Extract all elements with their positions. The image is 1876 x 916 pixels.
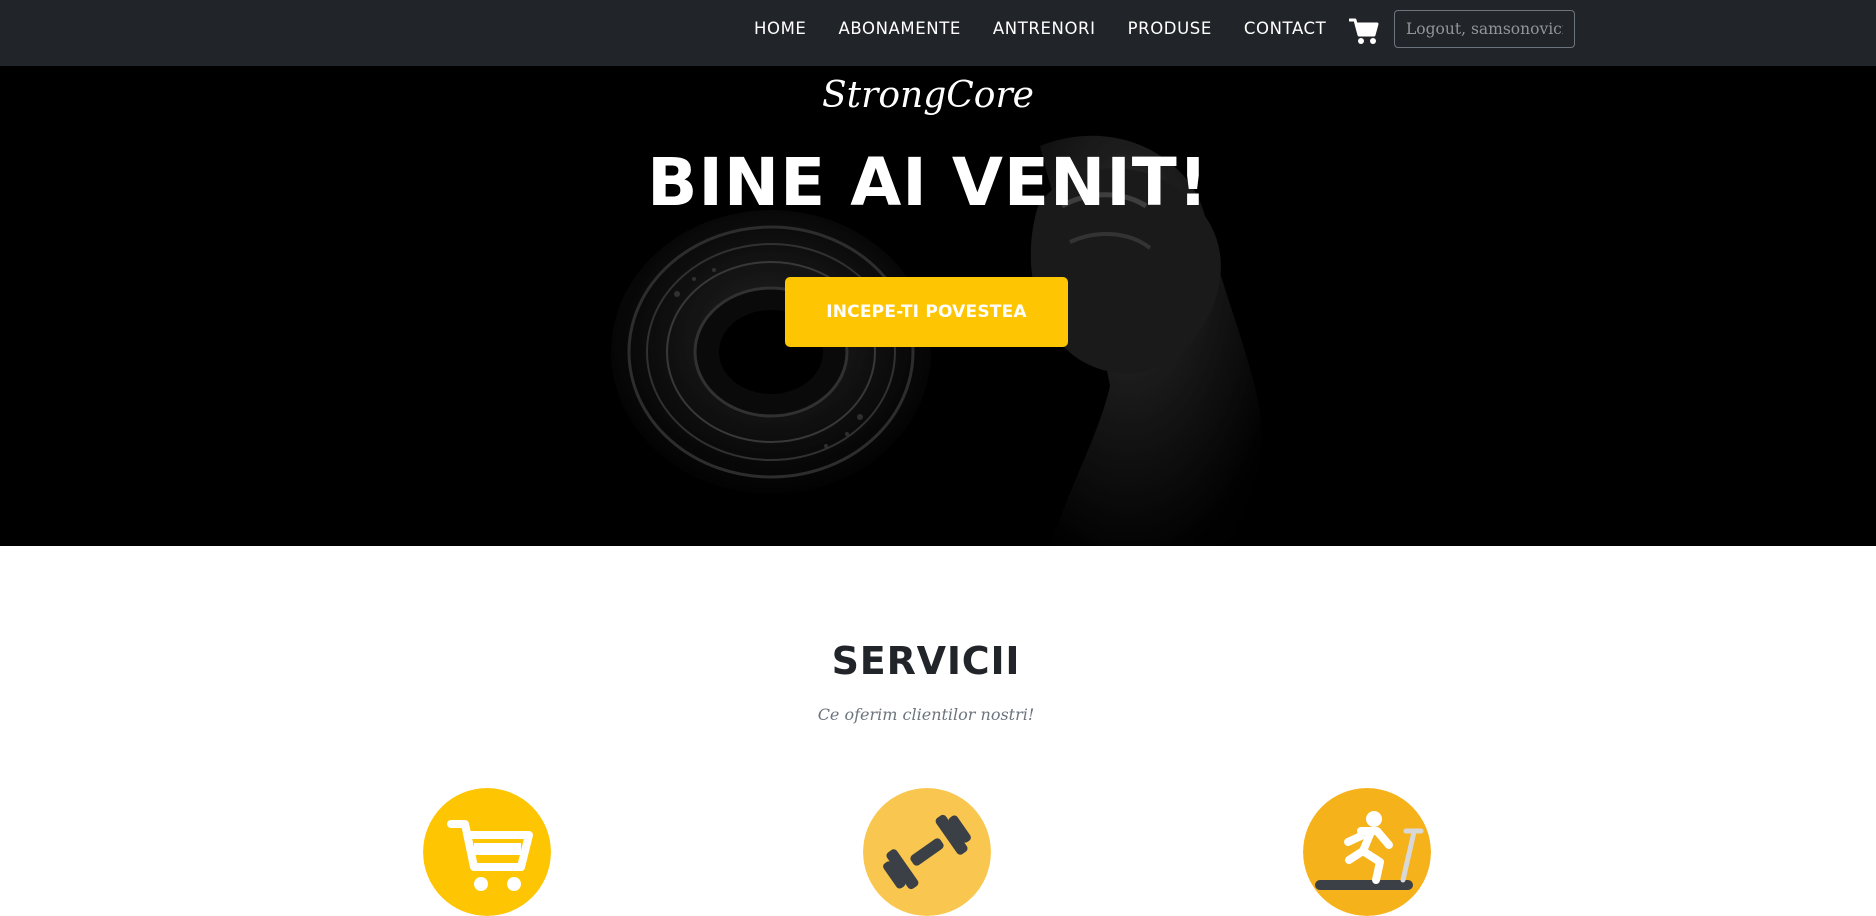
service-card-cardio xyxy=(1303,788,1431,916)
hero-section: StrongCore BINE AI VENIT! INCEPE-TI POVE… xyxy=(0,66,1876,546)
shopping-cart-icon xyxy=(423,788,551,916)
service-card-training xyxy=(863,788,991,916)
hero-title: BINE AI VENIT! xyxy=(647,144,1209,221)
nav-link-contact[interactable]: CONTACT xyxy=(1228,19,1342,38)
service-card-shop xyxy=(423,788,551,916)
nav-link-antrenori[interactable]: ANTRENORI xyxy=(977,19,1112,38)
start-your-story-button[interactable]: INCEPE-TI POVESTEA xyxy=(785,277,1068,347)
nav-links: HOME ABONAMENTE ANTRENORI PRODUSE CONTAC… xyxy=(738,0,1342,57)
services-subtitle: Ce oferim clientilor nostri! xyxy=(817,705,1035,724)
logout-field[interactable] xyxy=(1394,10,1575,48)
nav-link-produse[interactable]: PRODUSE xyxy=(1112,19,1228,38)
top-navbar: HOME ABONAMENTE ANTRENORI PRODUSE CONTAC… xyxy=(0,0,1876,66)
shopping-cart-icon[interactable] xyxy=(1348,17,1379,45)
services-title: SERVICII xyxy=(831,639,1021,683)
nav-link-abonamente[interactable]: ABONAMENTE xyxy=(822,19,976,38)
brand-logo-text: StrongCore xyxy=(822,75,1034,116)
nav-link-home[interactable]: HOME xyxy=(738,19,822,38)
dumbbell-icon xyxy=(863,788,991,916)
treadmill-runner-icon xyxy=(1303,788,1431,916)
